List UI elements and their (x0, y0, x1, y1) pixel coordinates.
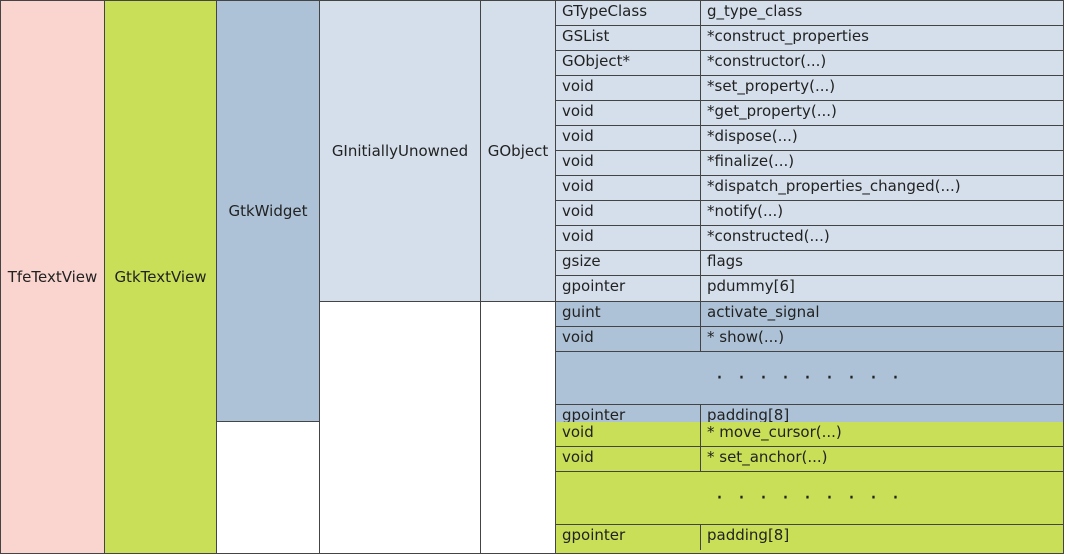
member-type: void (556, 101, 701, 125)
member-row: void * set_anchor(...) (556, 447, 1063, 472)
label-gtktextview: GtkTextView (114, 268, 206, 286)
member-name: *constructor(...) (701, 51, 1063, 75)
gtktextview-members: void * move_cursor(...) void * set_ancho… (217, 422, 1063, 553)
member-name: *finalize(...) (701, 151, 1063, 175)
ellipsis-row: · · · · · · · · · (556, 352, 1063, 405)
member-row: guint activate_signal (556, 302, 1063, 327)
label-ginitiallyunowned: GInitiallyUnowned (332, 142, 468, 160)
member-name: *construct_properties (701, 26, 1063, 50)
spacer (320, 422, 481, 553)
spacer (481, 422, 556, 553)
col-gtkwidget: GtkWidget (217, 1, 320, 421)
member-row: void *dispose(...) (556, 126, 1063, 151)
member-name: * set_anchor(...) (701, 447, 1063, 471)
row-gtkwidget: GtkWidget GInitiallyUnowned GObject (217, 1, 1063, 422)
col-rest: GtkWidget GInitiallyUnowned GObject (217, 1, 1063, 553)
member-type: void (556, 447, 701, 471)
member-name: padding[8] (701, 525, 1063, 550)
member-type: void (556, 201, 701, 225)
gtkwidget-members: guint activate_signal void * show(...) ·… (320, 302, 1063, 430)
member-type: gpointer (556, 525, 701, 550)
member-row: void *get_property(...) (556, 101, 1063, 126)
class-hierarchy-diagram: TfeTextView GtkTextView GtkWidget GIniti… (0, 0, 1064, 554)
row-ginitiallyunowned: GInitiallyUnowned GObject GTypeClass g_t… (320, 1, 1063, 302)
member-name: *dispatch_properties_changed(...) (701, 176, 1063, 200)
member-type: void (556, 226, 701, 250)
member-name: *dispose(...) (701, 126, 1063, 150)
member-type: GTypeClass (556, 1, 701, 25)
col-ginitiallyunowned: GInitiallyUnowned (320, 1, 481, 301)
member-row: void *dispatch_properties_changed(...) (556, 176, 1063, 201)
member-row: GObject* *constructor(...) (556, 51, 1063, 76)
spacer (217, 422, 320, 553)
member-type: void (556, 422, 701, 446)
member-row: void *constructed(...) (556, 226, 1063, 251)
member-row: gpointer padding[8] (556, 525, 1063, 550)
gtkwidget-members-list: guint activate_signal void * show(...) ·… (556, 302, 1063, 430)
member-name: g_type_class (701, 1, 1063, 25)
member-name: *set_property(...) (701, 76, 1063, 100)
member-name: * show(...) (701, 327, 1063, 351)
member-type: void (556, 327, 701, 351)
member-name: *constructed(...) (701, 226, 1063, 250)
member-type: GSList (556, 26, 701, 50)
member-name: *notify(...) (701, 201, 1063, 225)
member-type: void (556, 151, 701, 175)
member-row: void *finalize(...) (556, 151, 1063, 176)
member-name: pdummy[6] (701, 276, 1063, 301)
member-name: flags (701, 251, 1063, 275)
member-row: void * show(...) (556, 327, 1063, 352)
member-type: void (556, 176, 701, 200)
spacer (320, 302, 481, 430)
spacer (481, 302, 556, 430)
col-gtktextview: GtkTextView (105, 1, 217, 553)
member-type: GObject* (556, 51, 701, 75)
gtktextview-members-list: void * move_cursor(...) void * set_ancho… (556, 422, 1063, 553)
member-type: gpointer (556, 276, 701, 301)
member-type: gsize (556, 251, 701, 275)
member-row: gsize flags (556, 251, 1063, 276)
col-tfetextview: TfeTextView (1, 1, 105, 553)
label-tfetextview: TfeTextView (8, 268, 98, 286)
member-row: void *notify(...) (556, 201, 1063, 226)
member-type: void (556, 76, 701, 100)
member-type: guint (556, 302, 701, 326)
member-row: GTypeClass g_type_class (556, 1, 1063, 26)
label-gobject: GObject (488, 142, 548, 160)
ellipsis-row: · · · · · · · · · (556, 472, 1063, 525)
member-name: * move_cursor(...) (701, 422, 1063, 446)
member-row: void * move_cursor(...) (556, 422, 1063, 447)
member-name: activate_signal (701, 302, 1063, 326)
gobject-members: GTypeClass g_type_class GSList *construc… (556, 1, 1063, 301)
member-row: gpointer pdummy[6] (556, 276, 1063, 301)
label-gtkwidget: GtkWidget (228, 202, 307, 220)
member-row: void *set_property(...) (556, 76, 1063, 101)
member-row: GSList *construct_properties (556, 26, 1063, 51)
col-gobject: GObject (481, 1, 556, 301)
member-type: void (556, 126, 701, 150)
member-name: *get_property(...) (701, 101, 1063, 125)
